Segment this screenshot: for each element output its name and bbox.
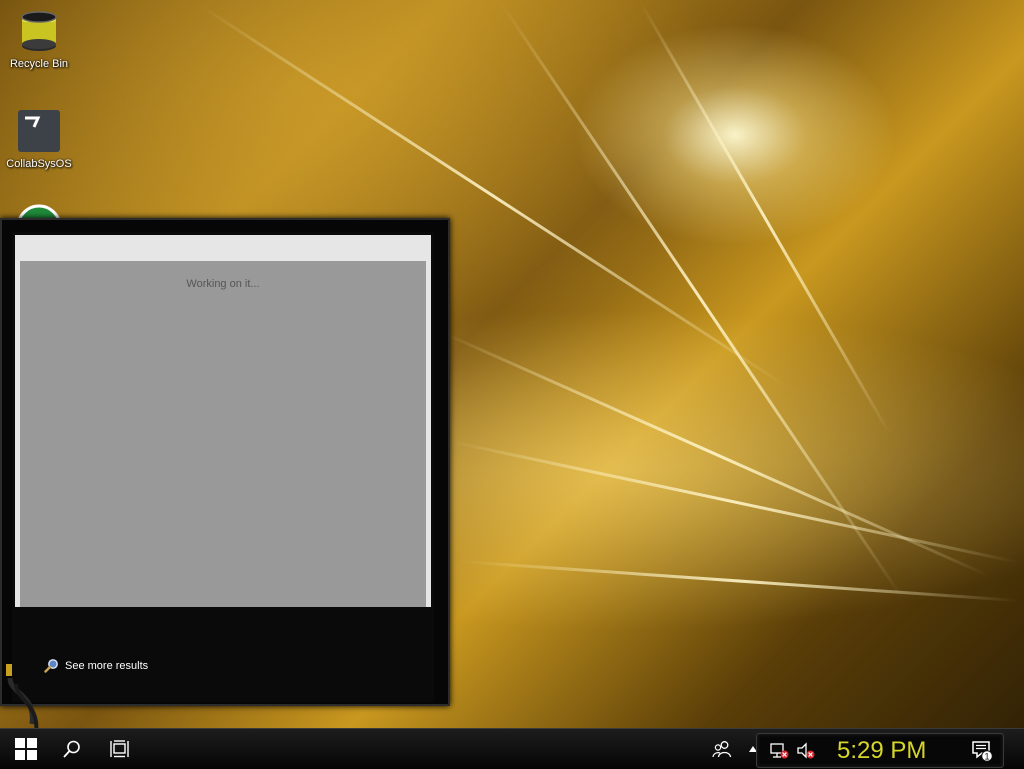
start-button[interactable] (4, 729, 48, 769)
collabsysos-icon (16, 108, 62, 154)
system-tray: 5:29 PM 1 (756, 733, 1004, 768)
see-more-results-link[interactable]: See more results (44, 658, 148, 673)
volume-button[interactable] (795, 734, 817, 767)
taskbar: 5:29 PM 1 (0, 728, 1024, 769)
loading-status-text: Working on it... (186, 278, 260, 290)
desktop-icon-collabsysos[interactable]: CollabSysOS (1, 108, 77, 170)
search-icon (63, 740, 80, 758)
desktop-icon-recycle-bin[interactable]: Recycle Bin (1, 8, 77, 70)
notification-count-badge: 1 (984, 751, 989, 761)
task-view-icon (110, 740, 129, 758)
magnifier-icon (44, 659, 58, 673)
desktop-icon-label: CollabSysOS (6, 158, 72, 170)
network-button[interactable] (769, 734, 791, 767)
see-more-results-label: See more results (65, 659, 149, 672)
search-results-header (15, 235, 431, 261)
clock[interactable]: 5:29 PM (837, 737, 926, 765)
desktop-icon-label: Recycle Bin (9, 58, 69, 70)
volume-muted-icon (797, 741, 815, 759)
action-center-button[interactable]: 1 (969, 734, 995, 767)
task-view-button[interactable] (102, 729, 138, 769)
windows-logo-icon (15, 738, 37, 760)
people-icon (712, 741, 732, 758)
search-results-body: Working on it... (15, 261, 431, 607)
search-results-frame: Working on it... See more results (12, 232, 434, 702)
search-results-content: Working on it... (20, 261, 426, 607)
wallpaper-streak (459, 560, 1019, 603)
search-results-panel: Working on it... See more results (0, 218, 450, 706)
recycle-bin-icon (16, 8, 62, 54)
search-button[interactable] (54, 729, 90, 769)
decorative-cable-icon (6, 664, 39, 735)
network-disconnected-icon (770, 742, 789, 758)
wallpaper-streak (449, 440, 1018, 564)
notification-icon: 1 (972, 740, 993, 762)
people-button[interactable] (706, 729, 738, 769)
